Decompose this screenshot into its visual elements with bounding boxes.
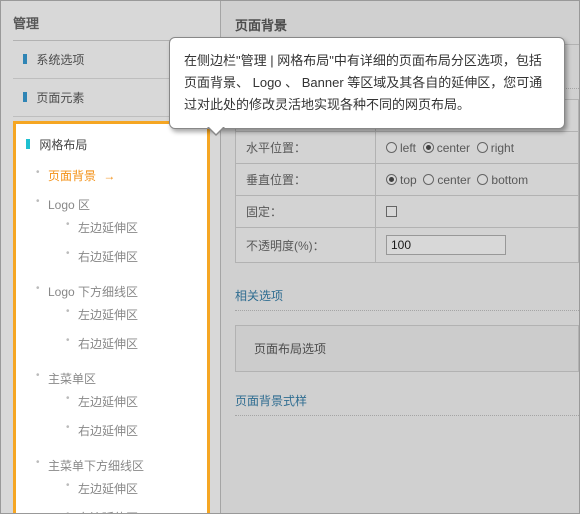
tree-item-label: 右边延伸区 <box>78 511 138 513</box>
option-label: left <box>400 141 416 155</box>
tree-item-label: 左边延伸区 <box>78 395 138 409</box>
radio-h-center[interactable] <box>423 142 434 153</box>
tree-item[interactable]: 右边延伸区 <box>64 242 199 271</box>
tree-item-main-menu-area[interactable]: 主菜单区 左边延伸区 右边延伸区 <box>34 364 199 451</box>
section-title-bg-style: 页面背景式样 <box>235 386 579 416</box>
row-value: top center bottom <box>376 164 579 196</box>
row-value: left center right <box>376 132 579 164</box>
row-label: 水平位置： <box>236 132 376 164</box>
row-label: 固定： <box>236 196 376 228</box>
table-row: 垂直位置： top center bottom <box>236 164 579 196</box>
tree-item[interactable]: 左边延伸区 <box>64 387 199 416</box>
table-row: 固定： <box>236 196 579 228</box>
tree-item-label: Logo 下方细线区 <box>48 285 138 299</box>
option-label: top <box>400 173 417 187</box>
row-label: 不透明度(%)： <box>236 228 376 263</box>
tree-item-label: 主菜单区 <box>48 372 96 386</box>
option-label: center <box>437 173 470 187</box>
table-row: 水平位置： left center right <box>236 132 579 164</box>
tree-item-main-menu-line-area[interactable]: 主菜单下方细线区 左边延伸区 右边延伸区 <box>34 451 199 513</box>
tooltip-text: 在侧边栏"管理 | 网格布局"中有详细的页面布局分区选项，包括页面背景、 Log… <box>184 53 542 112</box>
tree-item[interactable]: 右边延伸区 <box>64 329 199 358</box>
tree-item[interactable]: 右边延伸区 <box>64 503 199 513</box>
radio-v-bottom[interactable] <box>477 174 488 185</box>
sidebar-group-title: 网格布局 <box>39 138 87 152</box>
table-row: 不透明度(%)： <box>236 228 579 263</box>
tree-item[interactable]: 左边延伸区 <box>64 300 199 329</box>
option-label: right <box>491 141 514 155</box>
sidebar-group-title-row[interactable]: 网格布局 <box>24 130 199 161</box>
tree-item-label: 左边延伸区 <box>78 308 138 322</box>
tree-item-label: 左边延伸区 <box>78 482 138 496</box>
radio-v-center[interactable] <box>423 174 434 185</box>
option-label: center <box>437 141 470 155</box>
radio-v-top[interactable] <box>386 174 397 185</box>
tree-item-label: 页面背景 <box>48 169 96 183</box>
tree-item-label: 右边延伸区 <box>78 337 138 351</box>
tree-item[interactable]: 右边延伸区 <box>64 416 199 445</box>
radio-h-right[interactable] <box>477 142 488 153</box>
bullet-icon <box>23 92 27 102</box>
row-value <box>376 228 579 263</box>
tree-item-page-background[interactable]: 页面背景 → <box>34 161 199 190</box>
sidebar-item-label: 系统选项 <box>36 53 84 67</box>
bullet-icon <box>26 139 30 149</box>
tree-item-label: 右边延伸区 <box>78 424 138 438</box>
tree-item-label: 主菜单下方细线区 <box>48 459 144 473</box>
page-layout-options-button[interactable]: 页面布局选项 <box>254 342 326 356</box>
row-value <box>376 196 579 228</box>
arrow-right-icon: → <box>103 169 115 183</box>
tree-item-logo-line-area[interactable]: Logo 下方细线区 左边延伸区 右边延伸区 <box>34 277 199 364</box>
tree-item-logo-area[interactable]: Logo 区 左边延伸区 右边延伸区 <box>34 190 199 277</box>
tree-item[interactable]: 左边延伸区 <box>64 213 199 242</box>
row-label: 垂直位置： <box>236 164 376 196</box>
radio-h-left[interactable] <box>386 142 397 153</box>
tree-item-label: 左边延伸区 <box>78 221 138 235</box>
tree-item-label: Logo 区 <box>48 198 90 212</box>
tree-item-label: 右边延伸区 <box>78 250 138 264</box>
checkbox-fixed[interactable] <box>386 206 397 217</box>
tree-item[interactable]: 左边延伸区 <box>64 474 199 503</box>
sidebar-item-label: 页面元素 <box>36 91 84 105</box>
sidebar-group-grid-layout: 网格布局 页面背景 → Logo 区 左边延伸区 右边延伸区 <box>13 121 210 513</box>
option-label: bottom <box>491 173 528 187</box>
opacity-input[interactable] <box>386 235 506 255</box>
bullet-icon <box>23 54 27 64</box>
section-title-related: 相关选项 <box>235 281 579 311</box>
related-options-panel: 页面布局选项 <box>235 325 579 372</box>
help-tooltip: 在侧边栏"管理 | 网格布局"中有详细的页面布局分区选项，包括页面背景、 Log… <box>169 37 565 129</box>
sidebar-tree: 页面背景 → Logo 区 左边延伸区 右边延伸区 Logo 下方细线区 左边 <box>24 161 199 513</box>
